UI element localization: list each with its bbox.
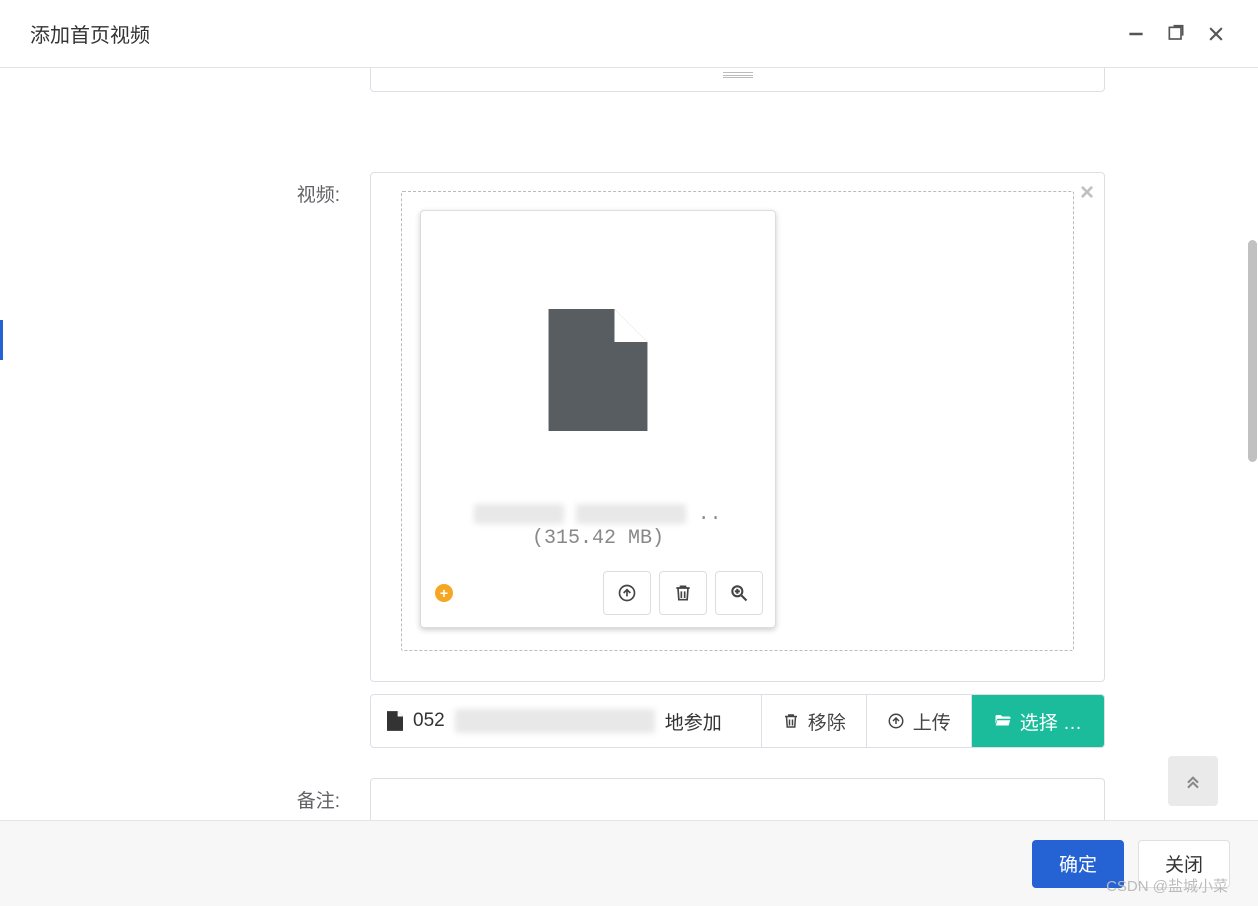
select-button[interactable]: 选择 …: [972, 695, 1104, 747]
delete-file-button[interactable]: [659, 571, 707, 615]
toolbar-filename: 052 地参加: [371, 695, 762, 747]
upload-label: 上传: [913, 708, 951, 735]
modal-dialog: 添加首页视频 视频: ×: [0, 0, 1258, 906]
add-badge-icon[interactable]: +: [435, 584, 453, 602]
drop-zone[interactable]: .. (315.42 MB) +: [401, 191, 1074, 651]
filename-suffix: 地参加: [665, 708, 722, 735]
file-size: (315.42 MB): [433, 527, 763, 550]
remark-textarea[interactable]: [370, 778, 1105, 820]
prev-field-row: [20, 68, 1238, 102]
modal-footer: 确定 关闭: [0, 820, 1258, 906]
video-row: 视频: ×: [20, 172, 1238, 748]
close-icon[interactable]: [1202, 20, 1230, 48]
upload-area: × ..: [370, 172, 1105, 682]
file-icon: [548, 309, 648, 431]
select-label: 选择 …: [1020, 708, 1082, 735]
trash-icon: [782, 712, 800, 730]
remove-button[interactable]: 移除: [762, 695, 867, 747]
scrollbar-thumb[interactable]: [1248, 240, 1257, 462]
scroll-top-button[interactable]: [1168, 756, 1218, 806]
file-thumbnail: [433, 231, 763, 431]
vertical-scrollbar[interactable]: [1246, 68, 1258, 468]
folder-open-icon: [994, 712, 1012, 730]
resizable-input[interactable]: [370, 68, 1105, 92]
video-label: 视频:: [20, 172, 370, 207]
file-card: .. (315.42 MB) +: [420, 210, 776, 628]
minimize-icon[interactable]: [1122, 20, 1150, 48]
file-card-actions: +: [433, 571, 763, 615]
maximize-icon[interactable]: [1162, 20, 1190, 48]
file-name: ..: [433, 503, 763, 525]
modal-body: 视频: ×: [0, 68, 1258, 820]
remark-row: 备注:: [20, 778, 1238, 820]
remove-label: 移除: [808, 708, 846, 735]
clear-upload-icon[interactable]: ×: [1080, 179, 1094, 207]
modal-header: 添加首页视频: [0, 0, 1258, 68]
filename-prefix: 052: [413, 710, 445, 732]
watermark: CSDN @盐城小菜: [1106, 875, 1228, 896]
prev-field-label: [20, 68, 370, 76]
upload-icon: [887, 712, 905, 730]
drag-handle-icon[interactable]: [723, 72, 753, 78]
upload-button[interactable]: 上传: [867, 695, 972, 747]
upload-file-button[interactable]: [603, 571, 651, 615]
zoom-file-button[interactable]: [715, 571, 763, 615]
modal-title: 添加首页视频: [30, 19, 1110, 48]
chevron-double-up-icon: [1183, 771, 1203, 791]
file-toolbar: 052 地参加 移除 上传 选择 …: [370, 694, 1105, 748]
remark-label: 备注:: [20, 778, 370, 813]
document-icon: [387, 711, 403, 731]
